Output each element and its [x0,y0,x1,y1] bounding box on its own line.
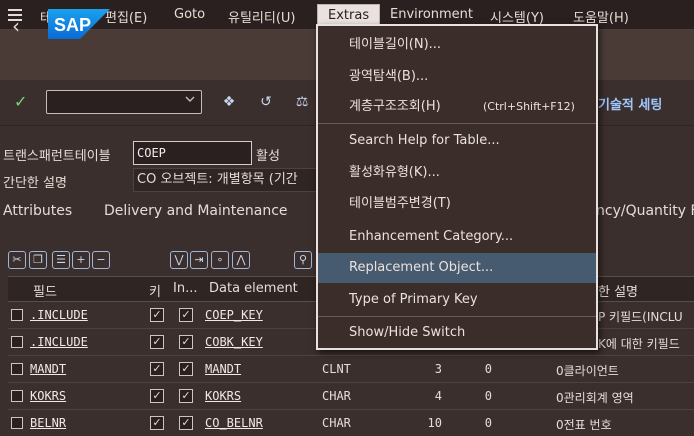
menu-item-shortcut: (Ctrl+Shift+F12) [483,100,575,113]
menu-item-replacement-object[interactable]: Replacement Object... [318,253,596,283]
cut-icon[interactable]: ✂ [8,251,26,269]
insert-field-icon[interactable]: ⇥ [190,251,208,269]
scroll-down-icon[interactable]: ⋁ [170,251,188,269]
data-element[interactable]: COEP_KEY [205,308,263,322]
decimal-places: 0 [484,416,492,430]
search-icon[interactable]: ⚲ [294,251,312,269]
field-description: 0클라이언트 [556,364,619,378]
row-select-checkbox[interactable] [11,363,23,375]
field-name[interactable]: .INCLUDE [30,308,88,322]
menu-extras[interactable]: Extras [317,4,381,26]
key-checkbox[interactable]: ✓ [150,362,164,376]
key-checkbox[interactable]: ✓ [150,308,164,322]
decimal-places: 0 [484,389,492,403]
scroll-up-icon[interactable]: ⋀ [232,251,250,269]
data-element[interactable]: MANDT [205,362,241,376]
sap-logo: SAP [48,9,110,39]
menu-separator [318,123,596,124]
svg-text:SAP: SAP [54,15,91,35]
transparent-table-label: 트랜스패런트테이블 [3,149,111,164]
data-type: CHAR [322,416,351,430]
data-element[interactable]: KOKRS [205,389,241,403]
row-select-checkbox[interactable] [11,417,23,429]
menu-item-primary-key-type[interactable]: Type of Primary Key [318,285,596,315]
key-checkbox[interactable]: ✓ [150,416,164,430]
field-length: 10 [427,416,442,430]
initial-checkbox[interactable]: ✓ [179,308,193,322]
data-element[interactable]: COBK_KEY [205,335,263,349]
menu-utilities[interactable]: 유틸리티(U) [228,7,296,26]
field-name[interactable]: .INCLUDE [30,335,88,349]
delete-row-icon[interactable]: − [92,251,110,269]
paste-icon[interactable]: ☰ [52,251,70,269]
insert-row-icon[interactable]: + [72,251,90,269]
column-header-data-element[interactable]: Data element [209,281,298,296]
key-checkbox[interactable]: ✓ [150,335,164,349]
menu-item-hierarchy-display[interactable]: 계층구조조회(H) (Ctrl+Shift+F12) [318,92,596,122]
command-field[interactable] [46,90,202,114]
copy-icon[interactable]: ❐ [29,251,47,269]
checkmark-icon[interactable]: ✓ [14,92,27,111]
column-header-short-desc[interactable]: 한 설명 [598,281,638,300]
key-checkbox[interactable]: ✓ [150,389,164,403]
menu-edit[interactable]: 편집(E) [105,7,147,26]
initial-checkbox[interactable]: ✓ [179,416,193,430]
field-name[interactable]: MANDT [30,362,66,376]
extras-dropdown-menu: 테이블길이(N)... 광역탐색(B)... 계층구조조회(H) (Ctrl+S… [316,24,598,350]
menu-environment[interactable]: Environment [390,7,473,22]
display-change-icon[interactable]: ↺ [257,93,275,111]
column-header-key[interactable]: 키 [149,281,161,300]
row-select-checkbox[interactable] [11,309,23,321]
field-description: P 키필드(INCLU [598,310,683,324]
short-description-field[interactable]: CO 오브젝트: 개별항목 (기간 [133,168,323,192]
column-header-initial[interactable]: In... [173,281,197,296]
menu-item-where-used[interactable]: 광역탐색(B)... [318,62,596,92]
chevron-down-icon [185,96,195,102]
initial-checkbox[interactable]: ✓ [179,362,193,376]
edit-wand-icon[interactable]: ❖ [220,93,238,111]
field-name[interactable]: KOKRS [30,389,66,403]
menu-item-table-width[interactable]: 테이블길이(N)... [318,30,596,60]
tab-delivery-maintenance[interactable]: Delivery and Maintenance [104,203,288,219]
field-name[interactable]: BELNR [30,416,66,430]
decimal-places: 0 [484,362,492,376]
column-header-field[interactable]: 필드 [33,281,57,300]
data-type: CHAR [322,389,351,403]
menu-item-search-help[interactable]: Search Help for Table... [318,126,596,156]
data-type: CLNT [322,362,351,376]
technical-settings-button[interactable]: 기술적 세팅 [598,94,662,113]
status-active-label: 활성 [256,149,280,164]
data-element[interactable]: CO_BELNR [205,416,263,430]
field-select-icon[interactable]: ∘ [211,251,229,269]
row-select-checkbox[interactable] [11,390,23,402]
field-length: 4 [434,389,442,403]
tab-currency-quantity[interactable]: ncy/Quantity F [596,203,694,219]
menu-item-activation-type[interactable]: 활성화유형(K)... [318,158,596,188]
initial-checkbox[interactable]: ✓ [179,389,193,403]
table-name-field[interactable]: COEP [133,141,252,165]
menu-goto[interactable]: Goto [174,7,205,22]
menu-separator [318,316,596,317]
balance-icon[interactable]: ⚖ [293,93,311,111]
menu-item-show-hide-switch[interactable]: Show/Hide Switch [318,318,596,348]
row-select-checkbox[interactable] [11,336,23,348]
field-description: 0전표 번호 [556,418,612,432]
menu-item-label: 계층구조조회(H) [349,99,441,114]
field-description: 0관리회계 영역 [556,391,634,405]
field-length: 3 [434,362,442,376]
menu-item-enhancement-category[interactable]: Enhancement Category... [318,222,596,252]
menu-item-change-table-category[interactable]: 테이블범주변경(T) [318,189,596,219]
field-description: K에 대한 키필드 [598,337,680,351]
back-arrow-icon[interactable]: ‹ [12,14,20,38]
short-description-label: 간단한 설명 [3,176,67,191]
initial-checkbox[interactable]: ✓ [179,335,193,349]
tab-attributes[interactable]: Attributes [3,203,72,219]
